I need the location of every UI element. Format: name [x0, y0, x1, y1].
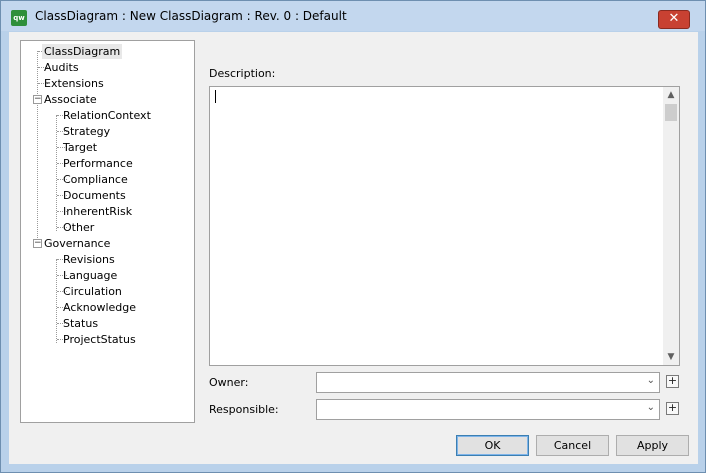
tree-item-acknowledge[interactable]: Acknowledge	[63, 300, 136, 315]
tree-item-strategy[interactable]: Strategy	[63, 124, 110, 139]
close-button[interactable]: ✕	[658, 10, 690, 29]
ok-button[interactable]: OK	[456, 435, 529, 456]
tree-item-audits[interactable]: Audits	[44, 60, 79, 75]
tree-item-classdiagram[interactable]: ClassDiagram	[42, 44, 123, 59]
text-caret	[215, 90, 216, 103]
scroll-down-icon[interactable]: ▼	[663, 349, 679, 365]
window-title: ClassDiagram : New ClassDiagram : Rev. 0…	[35, 9, 347, 23]
tree-item-associate[interactable]: Associate	[44, 92, 97, 107]
collapse-toggle-governance[interactable]: −	[33, 239, 42, 248]
owner-dropdown[interactable]: ⌄	[316, 372, 660, 393]
tree-connector	[56, 259, 57, 343]
responsible-label: Responsible:	[209, 403, 279, 416]
add-responsible-button[interactable]: +	[666, 402, 679, 415]
collapse-toggle-associate[interactable]: −	[33, 95, 42, 104]
scroll-thumb[interactable]	[665, 104, 677, 121]
description-textarea[interactable]: ▲ ▼	[209, 86, 680, 366]
tree-connector	[56, 115, 57, 231]
tree-item-circulation[interactable]: Circulation	[63, 284, 122, 299]
tree-item-documents[interactable]: Documents	[63, 188, 126, 203]
tree-item-compliance[interactable]: Compliance	[63, 172, 128, 187]
tree-item-target[interactable]: Target	[63, 140, 97, 155]
owner-label: Owner:	[209, 376, 249, 389]
tree-item-status[interactable]: Status	[63, 316, 98, 331]
description-label: Description:	[209, 67, 276, 80]
dialog-window: qw ClassDiagram : New ClassDiagram : Rev…	[0, 0, 706, 473]
description-scrollbar[interactable]: ▲ ▼	[663, 87, 679, 365]
tree-item-inherentrisk[interactable]: InherentRisk	[63, 204, 132, 219]
tree-item-performance[interactable]: Performance	[63, 156, 133, 171]
cancel-button[interactable]: Cancel	[536, 435, 609, 456]
dialog-body: − − ClassDiagram Audits Extensions Assoc…	[9, 32, 698, 464]
navigation-tree[interactable]: − − ClassDiagram Audits Extensions Assoc…	[20, 40, 195, 423]
tree-item-other[interactable]: Other	[63, 220, 94, 235]
scroll-up-icon[interactable]: ▲	[663, 87, 679, 103]
app-icon: qw	[11, 10, 27, 26]
tree-item-extensions[interactable]: Extensions	[44, 76, 104, 91]
tree-item-language[interactable]: Language	[63, 268, 117, 283]
apply-button[interactable]: Apply	[616, 435, 689, 456]
tree-item-revisions[interactable]: Revisions	[63, 252, 115, 267]
tree-item-relationcontext[interactable]: RelationContext	[63, 108, 151, 123]
tree-item-projectstatus[interactable]: ProjectStatus	[63, 332, 136, 347]
responsible-dropdown[interactable]: ⌄	[316, 399, 660, 420]
tree-item-governance[interactable]: Governance	[44, 236, 110, 251]
chevron-down-icon[interactable]: ⌄	[647, 375, 655, 386]
title-bar[interactable]: qw ClassDiagram : New ClassDiagram : Rev…	[1, 1, 705, 31]
tree-connector	[37, 51, 38, 246]
chevron-down-icon[interactable]: ⌄	[647, 402, 655, 413]
add-owner-button[interactable]: +	[666, 375, 679, 388]
